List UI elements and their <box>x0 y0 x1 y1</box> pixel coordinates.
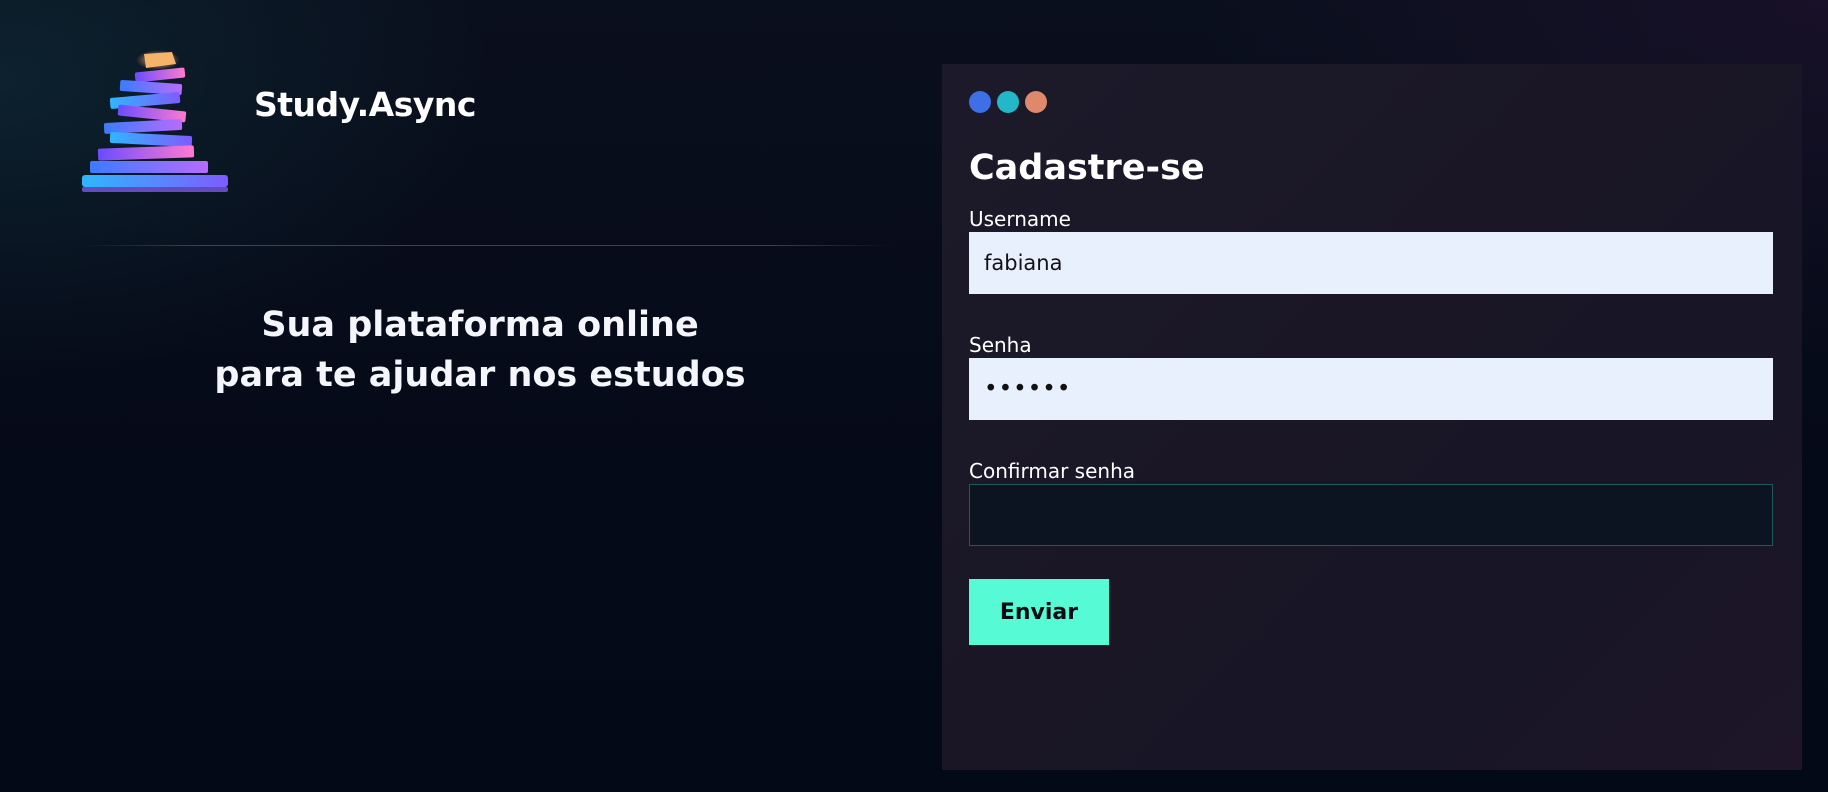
password-label: Senha <box>969 333 1032 357</box>
form-title: Cadastre-se <box>969 148 1205 188</box>
brand-divider <box>80 245 892 246</box>
blue-dot-icon <box>969 91 991 113</box>
tagline-line-1: Sua plataforma online <box>261 305 699 345</box>
username-label: Username <box>969 207 1071 231</box>
password-input[interactable] <box>969 358 1773 420</box>
confirm-password-input[interactable] <box>969 484 1773 546</box>
tagline: Sua plataforma online para te ajudar nos… <box>80 300 880 400</box>
submit-button[interactable]: Enviar <box>969 579 1109 645</box>
signup-card: Cadastre-se Username Senha Confirmar sen… <box>942 64 1802 770</box>
brand-header: Study.Async <box>80 50 892 195</box>
brand-name: Study.Async <box>254 85 476 124</box>
orange-dot-icon <box>1025 91 1047 113</box>
teal-dot-icon <box>997 91 1019 113</box>
stacked-books-logo-icon <box>80 50 230 195</box>
username-input[interactable] <box>969 232 1773 294</box>
confirm-password-label: Confirmar senha <box>969 459 1135 483</box>
tagline-line-2: para te ajudar nos estudos <box>214 355 746 395</box>
